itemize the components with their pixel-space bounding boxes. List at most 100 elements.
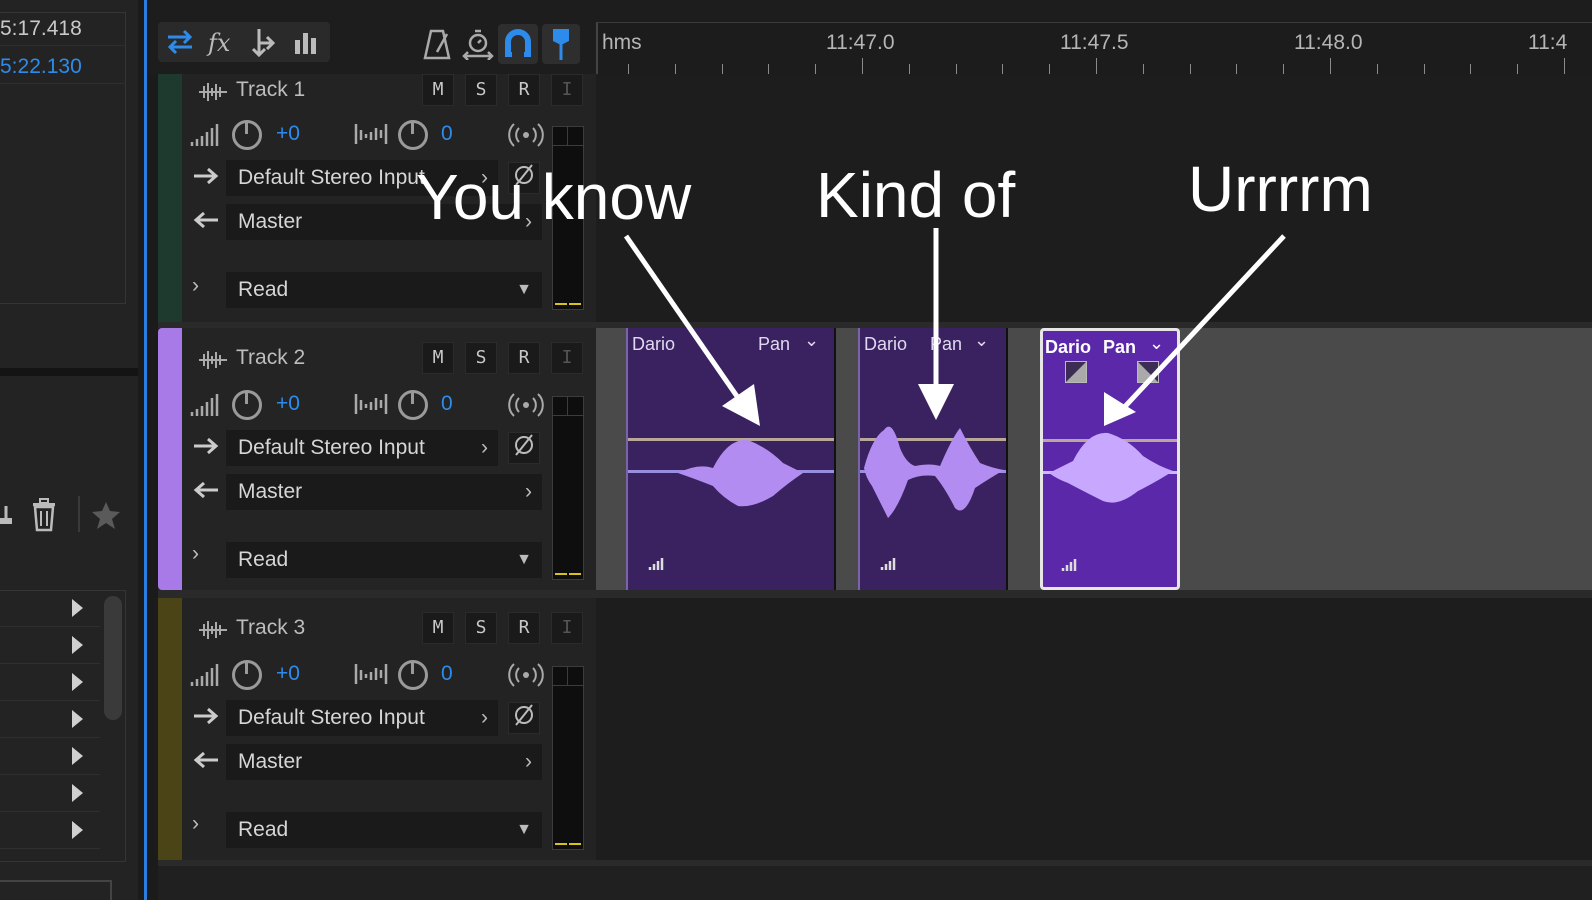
record-button[interactable]: R: [508, 342, 540, 374]
list-item[interactable]: [0, 701, 100, 738]
stereo-icon[interactable]: [508, 392, 544, 418]
chevron-down-icon[interactable]: ⌄: [1149, 333, 1164, 354]
star-icon[interactable]: [90, 500, 122, 530]
pan-knob[interactable]: [398, 390, 428, 420]
track-header-3[interactable]: Track 3 M S R I +0 0 Default Stereo Inpu…: [158, 598, 596, 860]
output-select[interactable]: Master ›: [226, 744, 542, 780]
audio-clip[interactable]: Dario Pan ⌄: [626, 328, 834, 590]
audio-clip-selected[interactable]: Dario Pan ⌄: [1040, 328, 1180, 590]
clip-pan-label[interactable]: Pan: [1103, 337, 1136, 358]
track-lane-3[interactable]: [596, 598, 1592, 860]
play-icon[interactable]: [72, 747, 83, 765]
output-label: Master: [238, 750, 303, 773]
metronome-icon[interactable]: [422, 28, 452, 60]
clip-gain-icon[interactable]: [880, 556, 900, 572]
stereo-icon[interactable]: [508, 122, 544, 148]
ruler-unit-label: hms: [602, 31, 642, 54]
volume-knob[interactable]: [232, 660, 262, 690]
track-name[interactable]: Track 3: [236, 616, 305, 640]
play-icon[interactable]: [72, 599, 83, 617]
pan-knob[interactable]: [398, 120, 428, 150]
chevron-down-icon[interactable]: ⌄: [974, 330, 989, 351]
clip-gain-icon[interactable]: [648, 556, 668, 572]
fade-in-handle[interactable]: [1065, 361, 1087, 383]
audio-clip[interactable]: Dario Pan ⌄: [858, 328, 1006, 590]
marker-icon[interactable]: [542, 24, 580, 64]
volume-icon: [190, 664, 219, 686]
input-monitor-button[interactable]: I: [551, 342, 583, 374]
solo-button[interactable]: S: [465, 342, 497, 374]
list-item[interactable]: [0, 812, 100, 849]
input-monitor-button[interactable]: I: [551, 74, 583, 106]
output-arrow-icon: [193, 211, 218, 229]
input-monitor-button[interactable]: I: [551, 612, 583, 644]
clip-pan-label[interactable]: Pan: [930, 334, 962, 355]
input-label: Default Stereo Input: [238, 166, 425, 189]
time-ruler[interactable]: hms 11:47.0 11:47.5 11:48.0 11:4: [596, 22, 1592, 74]
list-item[interactable]: [0, 775, 100, 812]
phase-invert-button[interactable]: [508, 702, 540, 734]
solo-button[interactable]: S: [465, 74, 497, 106]
pan-knob[interactable]: [398, 660, 428, 690]
ruler-tick: [1049, 64, 1050, 74]
panel-divider[interactable]: [0, 368, 138, 376]
track-lane-1[interactable]: [596, 74, 1592, 322]
volume-value[interactable]: +0: [276, 122, 300, 146]
list-item[interactable]: [0, 664, 100, 701]
track-header-2[interactable]: Track 2 M S R I +0 0 Default Stereo Inpu…: [158, 328, 596, 590]
pan-value[interactable]: 0: [441, 662, 453, 686]
track-name[interactable]: Track 1: [236, 78, 305, 102]
solo-button[interactable]: S: [465, 612, 497, 644]
track-divider[interactable]: [158, 590, 1592, 598]
levels-icon[interactable]: [286, 22, 326, 62]
play-icon[interactable]: [72, 784, 83, 802]
volume-knob[interactable]: [232, 120, 262, 150]
pan-value[interactable]: 0: [441, 122, 453, 146]
automation-select[interactable]: Read ▼: [226, 542, 542, 578]
timer-icon[interactable]: [462, 28, 494, 61]
mute-button[interactable]: M: [422, 612, 454, 644]
list-item[interactable]: [0, 738, 100, 775]
play-icon[interactable]: [72, 673, 83, 691]
play-icon[interactable]: [72, 821, 83, 839]
import-icon[interactable]: [0, 498, 20, 532]
play-icon[interactable]: [72, 636, 83, 654]
expand-chevron-icon[interactable]: ›: [192, 542, 199, 566]
clip-pan-label[interactable]: Pan: [758, 334, 790, 355]
list-item[interactable]: [0, 590, 100, 627]
fx-icon[interactable]: fx: [202, 22, 242, 62]
automation-select[interactable]: Read ▼: [226, 272, 542, 308]
selection-start-time[interactable]: 5:17.418: [0, 12, 126, 46]
route-icon[interactable]: [244, 22, 284, 62]
record-button[interactable]: R: [508, 612, 540, 644]
playhead-line[interactable]: [144, 0, 147, 900]
selection-end-time[interactable]: 5:22.130: [0, 50, 126, 84]
expand-chevron-icon[interactable]: ›: [192, 812, 199, 836]
output-arrow-icon: [193, 751, 218, 769]
record-button[interactable]: R: [508, 74, 540, 106]
stereo-icon[interactable]: [508, 662, 544, 688]
play-icon[interactable]: [72, 710, 83, 728]
volume-knob[interactable]: [232, 390, 262, 420]
phase-invert-button[interactable]: [508, 432, 540, 464]
input-select[interactable]: Default Stereo Input ›: [226, 430, 498, 466]
automation-select[interactable]: Read ▼: [226, 812, 542, 848]
fade-out-handle[interactable]: [1137, 361, 1159, 383]
trash-icon[interactable]: [30, 498, 58, 532]
volume-value[interactable]: +0: [276, 392, 300, 416]
list-scrollbar[interactable]: [104, 596, 122, 720]
list-item[interactable]: [0, 627, 100, 664]
pan-value[interactable]: 0: [441, 392, 453, 416]
mute-button[interactable]: M: [422, 342, 454, 374]
mute-button[interactable]: M: [422, 74, 454, 106]
chevron-down-icon[interactable]: ⌄: [804, 330, 819, 351]
switch-icon[interactable]: [160, 22, 200, 62]
expand-chevron-icon[interactable]: ›: [192, 274, 199, 298]
volume-value[interactable]: +0: [276, 662, 300, 686]
clip-gain-icon[interactable]: [1061, 557, 1081, 573]
track-name[interactable]: Track 2: [236, 346, 305, 370]
track-lane-2[interactable]: Dario Pan ⌄ Dario Pan ⌄ Dario Pan ⌄: [596, 328, 1592, 590]
input-select[interactable]: Default Stereo Input ›: [226, 700, 498, 736]
snap-icon[interactable]: [498, 24, 538, 64]
output-select[interactable]: Master ›: [226, 474, 542, 510]
